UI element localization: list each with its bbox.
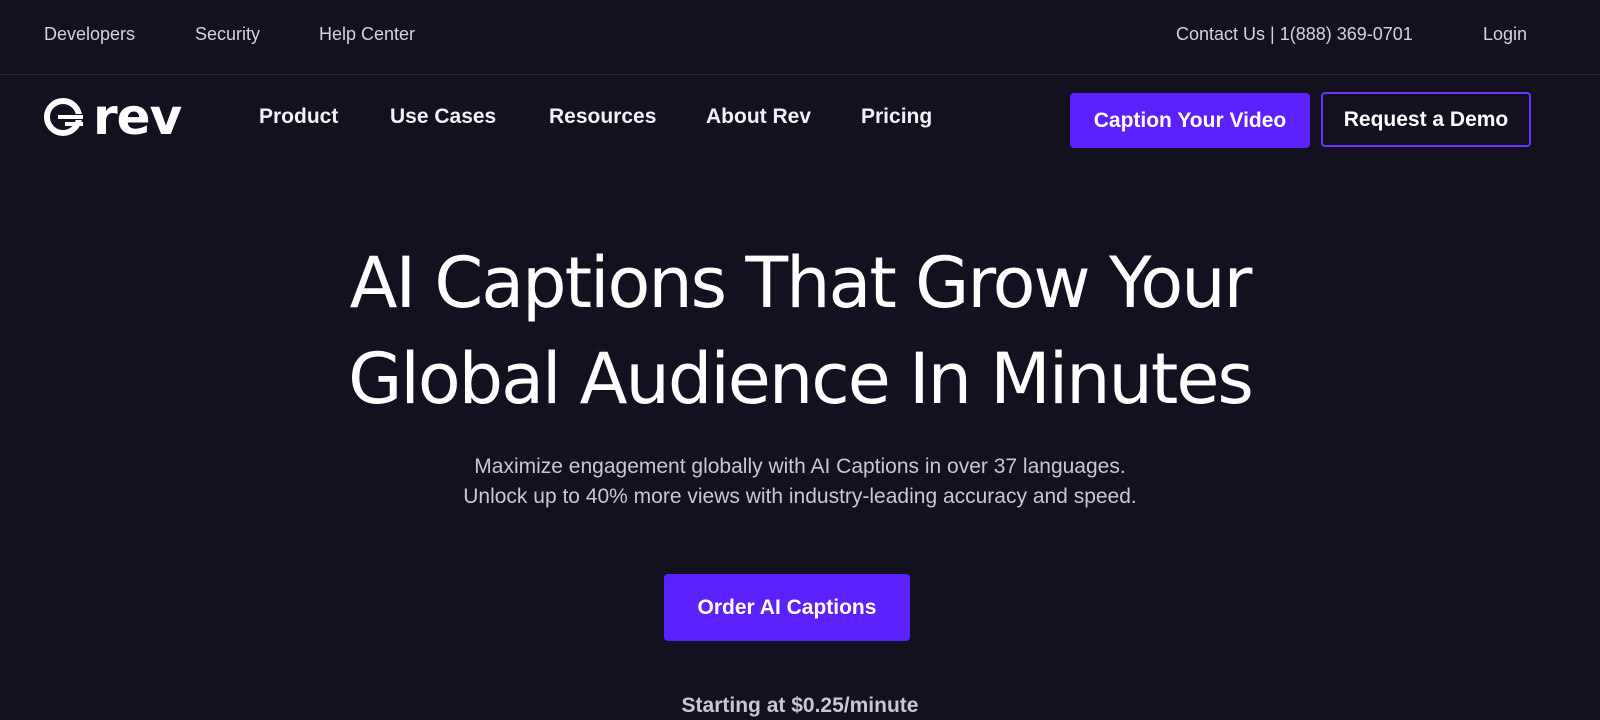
hero-title-line-1: AI Captions That Grow Your: [349, 242, 1253, 324]
starting-price-text: Starting at $0.25/minute: [681, 694, 919, 717]
nav-about-rev[interactable]: About Rev: [706, 105, 811, 129]
rev-logo[interactable]: rev: [43, 88, 182, 146]
security-link[interactable]: Security: [195, 24, 260, 45]
request-demo-button[interactable]: Request a Demo: [1321, 92, 1531, 147]
nav-product[interactable]: Product: [259, 105, 338, 129]
hero-title-line-2: Global Audience In Minutes: [348, 338, 1254, 420]
main-navigation: rev Product Use Cases Resources About Re…: [0, 76, 1600, 166]
nav-pricing[interactable]: Pricing: [861, 105, 932, 129]
hero-subtitle-line-2: Unlock up to 40% more views with industr…: [463, 485, 1137, 508]
hero-subtitle: Maximize engagement globally with AI Cap…: [0, 452, 1600, 512]
order-ai-captions-button[interactable]: Order AI Captions: [664, 574, 910, 641]
caption-your-video-button[interactable]: Caption Your Video: [1070, 93, 1310, 148]
hero-subtitle-line-1: Maximize engagement globally with AI Cap…: [474, 455, 1126, 478]
help-center-link[interactable]: Help Center: [319, 24, 415, 45]
contact-us-link[interactable]: Contact Us | 1(888) 369-0701: [1176, 24, 1413, 45]
hero-title: AI Captions That Grow Your Global Audien…: [0, 235, 1600, 427]
top-utility-bar: Developers Security Help Center Contact …: [0, 0, 1600, 75]
developers-link[interactable]: Developers: [44, 24, 135, 45]
nav-resources[interactable]: Resources: [549, 105, 656, 129]
logo-wordmark: rev: [93, 88, 182, 146]
login-link[interactable]: Login: [1483, 24, 1527, 45]
rev-logo-icon: [44, 98, 83, 136]
nav-use-cases[interactable]: Use Cases: [390, 105, 496, 129]
